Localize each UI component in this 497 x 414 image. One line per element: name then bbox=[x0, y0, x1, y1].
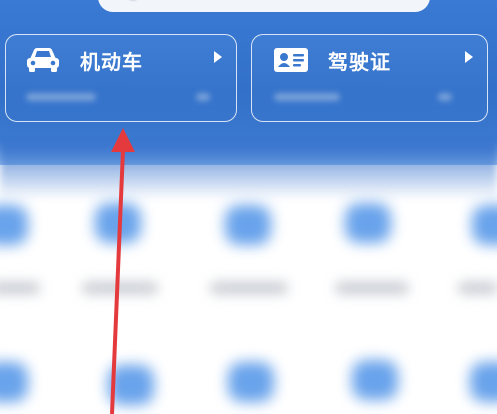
annotation-arrow-icon bbox=[110, 128, 135, 414]
